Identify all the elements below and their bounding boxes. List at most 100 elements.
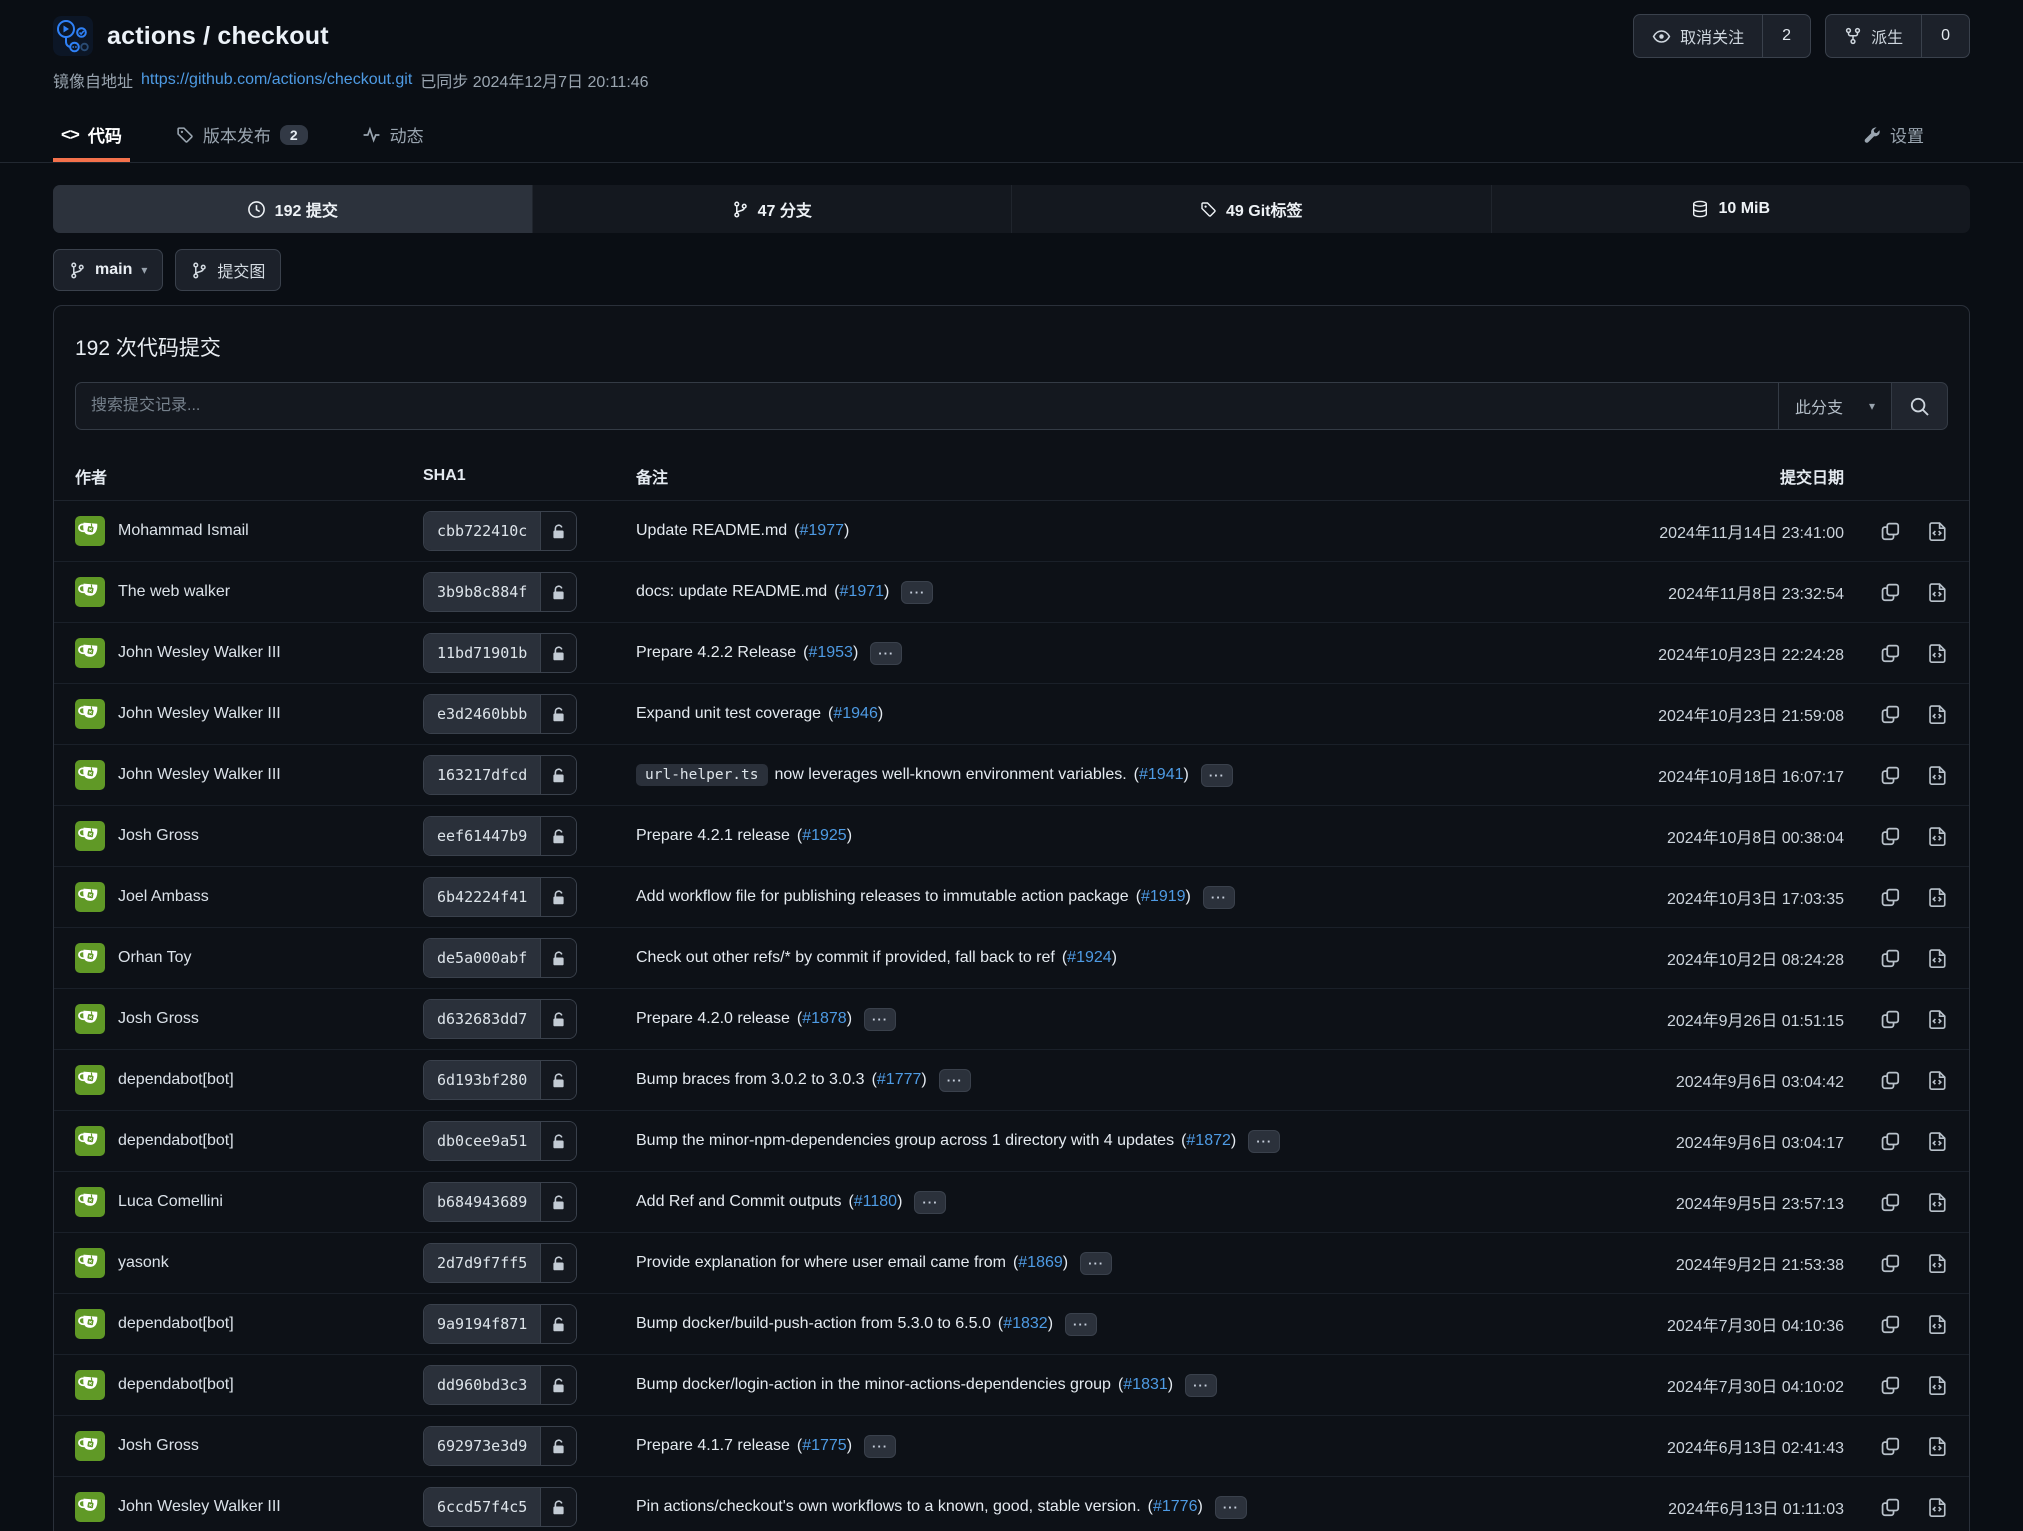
tab-code[interactable]: <> 代码 — [53, 110, 130, 162]
expand-commit-message-button[interactable]: ··· — [870, 642, 902, 665]
author-name[interactable]: Josh Gross — [118, 1010, 199, 1028]
browse-source-button[interactable] — [1927, 643, 1948, 664]
author-name[interactable]: yasonk — [118, 1254, 169, 1272]
browse-source-button[interactable] — [1927, 1070, 1948, 1091]
commit-sha-badge[interactable]: 9a9194f871 — [423, 1304, 577, 1344]
author-avatar-gitea-cup-icon[interactable] — [75, 882, 105, 912]
author-avatar-gitea-cup-icon[interactable] — [75, 760, 105, 790]
commit-sha-badge[interactable]: 3b9b8c884f — [423, 572, 577, 612]
expand-commit-message-button[interactable]: ··· — [914, 1191, 946, 1214]
browse-source-button[interactable] — [1927, 521, 1948, 542]
browse-source-button[interactable] — [1927, 1436, 1948, 1457]
commit-graph-button[interactable]: 提交图 — [175, 249, 281, 291]
copy-sha-button[interactable] — [1880, 1131, 1901, 1152]
copy-sha-button[interactable] — [1880, 1192, 1901, 1213]
pr-link[interactable]: #1831 — [1123, 1376, 1168, 1393]
author-name[interactable]: Josh Gross — [118, 827, 199, 845]
copy-sha-button[interactable] — [1880, 1436, 1901, 1457]
branch-filter-dropdown[interactable]: 此分支 ▾ — [1778, 383, 1891, 429]
commit-sha-badge[interactable]: de5a000abf — [423, 938, 577, 978]
search-button[interactable] — [1892, 382, 1948, 430]
author-name[interactable]: dependabot[bot] — [118, 1376, 234, 1394]
browse-source-button[interactable] — [1927, 826, 1948, 847]
commit-sha-badge[interactable]: eef61447b9 — [423, 816, 577, 856]
watchers-count[interactable]: 2 — [1762, 15, 1810, 57]
author-avatar-gitea-cup-icon[interactable] — [75, 1065, 105, 1095]
pr-link[interactable]: #1941 — [1139, 766, 1184, 783]
author-name[interactable]: dependabot[bot] — [118, 1132, 234, 1150]
pr-link[interactable]: #1971 — [840, 583, 885, 600]
author-avatar-gitea-cup-icon[interactable] — [75, 1004, 105, 1034]
author-name[interactable]: John Wesley Walker III — [118, 705, 281, 723]
browse-source-button[interactable] — [1927, 1314, 1948, 1335]
org-avatar-actions-logo-icon[interactable] — [53, 16, 93, 56]
stats-branches[interactable]: 47 分支 — [532, 185, 1012, 233]
author-avatar-gitea-cup-icon[interactable] — [75, 1248, 105, 1278]
copy-sha-button[interactable] — [1880, 1375, 1901, 1396]
commit-sha-badge[interactable]: 6b42224f41 — [423, 877, 577, 917]
browse-source-button[interactable] — [1927, 765, 1948, 786]
browse-source-button[interactable] — [1927, 948, 1948, 969]
pr-link[interactable]: #1776 — [1153, 1498, 1198, 1515]
pr-link[interactable]: #1869 — [1018, 1254, 1063, 1271]
author-name[interactable]: John Wesley Walker III — [118, 644, 281, 662]
browse-source-button[interactable] — [1927, 1497, 1948, 1518]
commit-sha-badge[interactable]: b684943689 — [423, 1182, 577, 1222]
author-name[interactable]: Josh Gross — [118, 1437, 199, 1455]
author-avatar-gitea-cup-icon[interactable] — [75, 821, 105, 851]
pr-link[interactable]: #1977 — [800, 522, 845, 539]
commit-sha-badge[interactable]: 6ccd57f4c5 — [423, 1487, 577, 1527]
copy-sha-button[interactable] — [1880, 582, 1901, 603]
author-avatar-gitea-cup-icon[interactable] — [75, 577, 105, 607]
author-avatar-gitea-cup-icon[interactable] — [75, 943, 105, 973]
author-name[interactable]: dependabot[bot] — [118, 1071, 234, 1089]
author-avatar-gitea-cup-icon[interactable] — [75, 638, 105, 668]
copy-sha-button[interactable] — [1880, 887, 1901, 908]
commit-sha-badge[interactable]: d632683dd7 — [423, 999, 577, 1039]
pr-link[interactable]: #1925 — [802, 827, 847, 844]
pr-link[interactable]: #1946 — [833, 705, 878, 722]
stats-commits[interactable]: 192 提交 — [53, 185, 532, 233]
author-name[interactable]: Mohammad Ismail — [118, 522, 249, 540]
browse-source-button[interactable] — [1927, 1009, 1948, 1030]
copy-sha-button[interactable] — [1880, 521, 1901, 542]
commit-search-input[interactable] — [76, 383, 1778, 429]
commit-sha-badge[interactable]: 163217dfcd — [423, 755, 577, 795]
expand-commit-message-button[interactable]: ··· — [901, 581, 933, 604]
tab-settings[interactable]: 设置 — [1855, 110, 1932, 162]
expand-commit-message-button[interactable]: ··· — [1080, 1252, 1112, 1275]
tab-activity[interactable]: 动态 — [354, 110, 432, 162]
copy-sha-button[interactable] — [1880, 826, 1901, 847]
copy-sha-button[interactable] — [1880, 1314, 1901, 1335]
pr-link[interactable]: #1953 — [808, 644, 853, 661]
copy-sha-button[interactable] — [1880, 765, 1901, 786]
commit-sha-badge[interactable]: 6d193bf280 — [423, 1060, 577, 1100]
pr-link[interactable]: #1919 — [1141, 888, 1186, 905]
author-name[interactable]: Luca Comellini — [118, 1193, 223, 1211]
pr-link[interactable]: #1775 — [802, 1437, 847, 1454]
forks-count[interactable]: 0 — [1921, 15, 1969, 57]
expand-commit-message-button[interactable]: ··· — [1203, 886, 1235, 909]
author-avatar-gitea-cup-icon[interactable] — [75, 1309, 105, 1339]
copy-sha-button[interactable] — [1880, 1497, 1901, 1518]
fork-button[interactable]: 派生 0 — [1825, 14, 1970, 58]
commit-sha-badge[interactable]: 692973e3d9 — [423, 1426, 577, 1466]
pr-link[interactable]: #1878 — [802, 1010, 847, 1027]
copy-sha-button[interactable] — [1880, 704, 1901, 725]
pr-link[interactable]: #1924 — [1067, 949, 1112, 966]
browse-source-button[interactable] — [1927, 1253, 1948, 1274]
author-name[interactable]: John Wesley Walker III — [118, 1498, 281, 1516]
copy-sha-button[interactable] — [1880, 1070, 1901, 1091]
author-avatar-gitea-cup-icon[interactable] — [75, 1187, 105, 1217]
expand-commit-message-button[interactable]: ··· — [1185, 1374, 1217, 1397]
commit-sha-badge[interactable]: dd960bd3c3 — [423, 1365, 577, 1405]
commit-sha-badge[interactable]: db0cee9a51 — [423, 1121, 577, 1161]
unwatch-button[interactable]: 取消关注 2 — [1633, 14, 1811, 58]
copy-sha-button[interactable] — [1880, 948, 1901, 969]
mirror-url-link[interactable]: https://github.com/actions/checkout.git — [141, 71, 412, 89]
commit-sha-badge[interactable]: 2d7d9f7ff5 — [423, 1243, 577, 1283]
pr-link[interactable]: #1832 — [1003, 1315, 1048, 1332]
author-name[interactable]: John Wesley Walker III — [118, 766, 281, 784]
expand-commit-message-button[interactable]: ··· — [864, 1435, 896, 1458]
copy-sha-button[interactable] — [1880, 643, 1901, 664]
